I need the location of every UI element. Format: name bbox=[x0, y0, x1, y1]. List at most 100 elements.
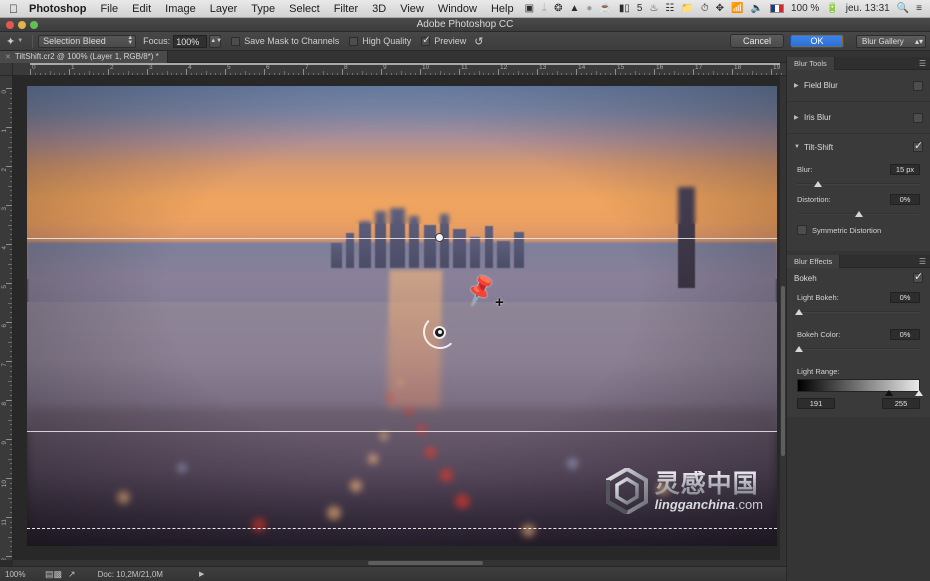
clipboard-icon[interactable]: ☷ bbox=[662, 0, 677, 18]
tilt-shift-upper-feather-line[interactable] bbox=[27, 237, 777, 239]
chevron-updown-icon: ▲ ▼ bbox=[127, 35, 134, 46]
tilt-shift-lower-focus-line[interactable] bbox=[27, 431, 777, 432]
preview-checkbox[interactable]: Preview bbox=[421, 35, 466, 46]
keyboard-language-flag-icon[interactable] bbox=[769, 4, 784, 13]
ok-button[interactable]: OK bbox=[790, 34, 844, 48]
dropbox-icon[interactable]: ❂ bbox=[551, 0, 565, 18]
tilt-shift-checkbox[interactable] bbox=[913, 139, 923, 152]
document-image[interactable]: 📌 + 灵感中国 lingganchina.com bbox=[27, 86, 777, 546]
ruler-corner[interactable] bbox=[0, 63, 13, 76]
vertical-scrollbar-thumb[interactable] bbox=[781, 286, 785, 456]
minimize-button[interactable] bbox=[18, 20, 26, 29]
apple-menu-icon[interactable]:  bbox=[0, 3, 27, 15]
blur-slider-knob[interactable] bbox=[813, 181, 822, 187]
focus-input[interactable]: 100% bbox=[173, 34, 208, 48]
distortion-slider-knob[interactable] bbox=[854, 211, 863, 217]
workspace-dropdown[interactable]: Blur Gallery ▴▾ bbox=[856, 34, 926, 48]
maximize-button[interactable] bbox=[30, 20, 38, 29]
blur-gallery-tool-icon[interactable]: ✦ ▼ bbox=[4, 35, 27, 48]
arrow-icon[interactable]: ↗ bbox=[68, 569, 76, 580]
blur-tool-field-blur[interactable]: ▶ Field Blur bbox=[787, 70, 930, 102]
save-mask-to-channels-checkbox[interactable]: Save Mask to Channels bbox=[231, 36, 339, 46]
tab-close-icon[interactable]: ✕ bbox=[5, 53, 11, 61]
horizontal-ruler[interactable]: 0 1 2 3 4 5 6 7 8 9 10 11 12 13 14 15 16 17 18 19 bbox=[13, 63, 786, 76]
light-bokeh-slider[interactable] bbox=[795, 306, 920, 318]
panel-menu-icon[interactable]: ☰ bbox=[919, 257, 930, 266]
clock-label[interactable]: jeu. 13:31 bbox=[843, 0, 893, 18]
tab-blur-effects[interactable]: Blur Effects bbox=[787, 254, 841, 268]
menu-app-name[interactable]: Photoshop bbox=[27, 3, 93, 15]
bokeh-color-slider-knob[interactable] bbox=[795, 346, 804, 352]
expand-arrow-icon[interactable]: ▶ bbox=[199, 570, 204, 578]
tilt-shift-lower-feather-line[interactable] bbox=[27, 527, 777, 529]
blur-tool-iris-blur[interactable]: ▶ Iris Blur bbox=[787, 102, 930, 134]
volume-icon[interactable]: 🔈 bbox=[748, 0, 766, 18]
symmetric-distortion-row[interactable]: Symmetric Distortion bbox=[787, 220, 930, 243]
symmetric-distortion-checkbox[interactable] bbox=[797, 225, 807, 235]
selection-bleed-dropdown[interactable]: Selection Bleed ▲ ▼ bbox=[38, 34, 137, 48]
horizontal-scrollbar-thumb[interactable] bbox=[368, 561, 483, 565]
chevron-down-icon[interactable]: ▼ bbox=[794, 144, 804, 150]
blur-slider[interactable] bbox=[797, 178, 920, 190]
light-range-max-input[interactable]: 255 bbox=[882, 398, 920, 409]
light-bokeh-value-input[interactable]: 0% bbox=[890, 292, 920, 303]
light-range-min-input[interactable]: 191 bbox=[797, 398, 835, 409]
document-tab[interactable]: ✕ TiltShift.cr2 @ 100% (Layer 1, RGB/8*)… bbox=[0, 50, 168, 63]
menu-image[interactable]: Image bbox=[158, 3, 203, 15]
bluetooth-icon[interactable]: ᛦ bbox=[538, 0, 550, 18]
screen-recording-icon[interactable]: ▣ bbox=[522, 0, 537, 18]
notification-center-icon[interactable]: ≡ bbox=[913, 0, 925, 18]
zoom-level-input[interactable]: 100% bbox=[5, 570, 39, 579]
distortion-value-input[interactable]: 0% bbox=[890, 194, 920, 205]
wifi-icon[interactable]: 📶 bbox=[728, 0, 746, 18]
menu-select[interactable]: Select bbox=[282, 3, 327, 15]
chevron-right-icon[interactable]: ▶ bbox=[794, 114, 804, 121]
circle-icon[interactable]: ● bbox=[583, 0, 595, 18]
vertical-ruler[interactable]: 0123456789101112 bbox=[0, 76, 13, 560]
menu-3d[interactable]: 3D bbox=[365, 3, 393, 15]
bokeh-color-value-input[interactable]: 0% bbox=[890, 329, 920, 340]
close-button[interactable] bbox=[6, 20, 14, 29]
panel-menu-icon[interactable]: ☰ bbox=[919, 59, 930, 68]
chevron-down-icon[interactable]: ▼ bbox=[17, 38, 23, 44]
audio-meter-icon[interactable]: ▮▯ bbox=[616, 0, 633, 18]
light-range-min-stop[interactable] bbox=[884, 390, 893, 396]
focus-stepper[interactable]: ▲▼ bbox=[209, 34, 222, 48]
mask-icon[interactable]: ▤▩ bbox=[45, 569, 62, 580]
bokeh-row[interactable]: Bokeh bbox=[787, 268, 930, 288]
bokeh-color-slider[interactable] bbox=[795, 343, 920, 355]
cloud-icon[interactable]: ▲ bbox=[566, 0, 582, 18]
tab-blur-tools[interactable]: Blur Tools bbox=[787, 56, 835, 70]
clock-history-icon[interactable]: ⏱ bbox=[698, 0, 712, 18]
menu-window[interactable]: Window bbox=[431, 3, 484, 15]
blur-pin-ring[interactable] bbox=[422, 315, 457, 350]
menu-file[interactable]: File bbox=[93, 3, 125, 15]
menu-filter[interactable]: Filter bbox=[327, 3, 365, 15]
light-range-gradient[interactable] bbox=[797, 379, 923, 396]
blur-tool-tilt-shift[interactable]: ▼ Tilt-Shift bbox=[787, 134, 930, 160]
menu-help[interactable]: Help bbox=[484, 3, 521, 15]
blur-value-input[interactable]: 15 px bbox=[890, 164, 920, 175]
coffee-icon[interactable]: ☕ bbox=[596, 0, 614, 18]
blur-pin-hub[interactable] bbox=[433, 325, 446, 339]
distortion-slider[interactable] bbox=[797, 208, 920, 220]
folder-icon[interactable]: 📁 bbox=[678, 0, 696, 18]
chevron-right-icon[interactable]: ▶ bbox=[794, 82, 804, 89]
battery-icon[interactable]: 🔋 bbox=[823, 0, 841, 18]
light-range-max-stop[interactable] bbox=[915, 390, 923, 396]
bokeh-checkbox[interactable] bbox=[913, 270, 923, 283]
canvas-area[interactable]: 📌 + 灵感中国 lingganchina.com bbox=[13, 76, 786, 560]
search-icon[interactable]: 🔍 bbox=[894, 0, 912, 18]
reset-icon[interactable]: ↺ bbox=[474, 35, 483, 48]
menu-layer[interactable]: Layer bbox=[203, 3, 245, 15]
light-bokeh-slider-knob[interactable] bbox=[795, 309, 804, 315]
iris-blur-checkbox[interactable] bbox=[913, 112, 923, 123]
menu-edit[interactable]: Edit bbox=[125, 3, 158, 15]
cancel-button[interactable]: Cancel bbox=[730, 34, 784, 48]
high-quality-checkbox[interactable]: High Quality bbox=[349, 36, 411, 46]
field-blur-checkbox[interactable] bbox=[913, 80, 923, 91]
flame-icon[interactable]: ♨ bbox=[646, 0, 661, 18]
menu-view[interactable]: View bbox=[393, 3, 431, 15]
move-icon[interactable]: ✥ bbox=[713, 0, 727, 18]
menu-type[interactable]: Type bbox=[244, 3, 282, 15]
